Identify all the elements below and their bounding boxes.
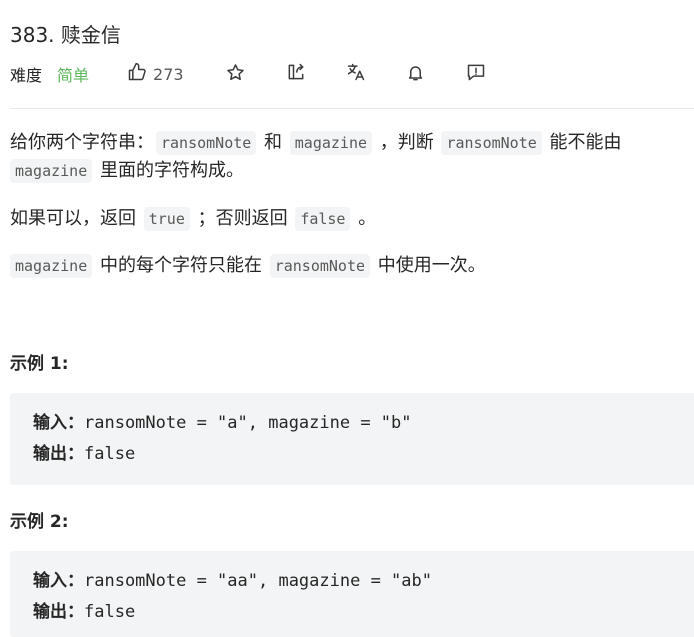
description-text: ；否则返回: [191, 208, 294, 229]
example-2-code-block: 输入：ransomNote = "aa", magazine = "ab" 输出…: [10, 551, 694, 637]
problem-title: 383. 赎金信: [10, 23, 121, 47]
output-label: 输出：: [33, 444, 84, 464]
like-count: 273: [153, 64, 184, 84]
description-text: 中的每个字符只能在: [94, 255, 268, 276]
inline-code: ransomNote: [269, 254, 371, 278]
description-paragraph-1: 给你两个字符串： ransomNote 和 magazine ，判断 ransom…: [10, 129, 694, 185]
output-value: false: [84, 444, 136, 464]
like-button[interactable]: 273: [127, 61, 184, 87]
difficulty-badge: 简单: [57, 66, 90, 85]
example-1-output-line: 输出：false: [33, 439, 694, 470]
description-text: ，判断: [374, 132, 440, 153]
thumbs-up-icon: [127, 62, 147, 86]
inline-code: ransomNote: [156, 131, 257, 155]
input-label: 输入：: [33, 413, 84, 433]
notification-button[interactable]: [404, 61, 428, 87]
description-paragraph-2: 如果可以，返回 true ；否则返回 false 。: [10, 205, 694, 233]
description-text: 如果可以，返回: [10, 208, 142, 229]
problem-meta-bar: 难度 简单 273: [10, 60, 488, 88]
inline-code: magazine: [289, 131, 373, 155]
example-2-input-line: 输入：ransomNote = "aa", magazine = "ab": [33, 566, 694, 597]
description-paragraph-3: magazine 中的每个字符只能在 ransomNote 中使用一次。: [10, 252, 694, 280]
description-text: 给你两个字符串：: [10, 132, 154, 153]
description-text: 中使用一次。: [372, 255, 486, 276]
favorite-button[interactable]: [224, 61, 248, 87]
header-divider: [10, 108, 694, 109]
star-icon: [226, 63, 245, 86]
input-label: 输入：: [33, 571, 84, 591]
input-value: ransomNote = "a", magazine = "b": [84, 413, 412, 433]
feedback-icon: [466, 62, 486, 86]
example-2-output-line: 输出：false: [33, 597, 694, 628]
bell-icon: [406, 63, 425, 86]
description-text: 里面的字符构成。: [94, 160, 244, 181]
input-value: ransomNote = "aa", magazine = "ab": [84, 571, 432, 591]
output-label: 输出：: [33, 602, 84, 622]
share-icon: [286, 62, 306, 86]
feedback-button[interactable]: [464, 61, 488, 87]
share-button[interactable]: [284, 61, 308, 87]
example-1-code-block: 输入：ransomNote = "a", magazine = "b" 输出：f…: [10, 393, 694, 485]
output-value: false: [84, 602, 136, 622]
example-2-title: 示例 2:: [10, 512, 69, 532]
description-text: 和: [258, 132, 288, 153]
inline-code: ransomNote: [441, 131, 542, 155]
translate-icon: [346, 62, 366, 86]
difficulty-label: 难度: [10, 66, 43, 85]
example-1-input-line: 输入：ransomNote = "a", magazine = "b": [33, 408, 694, 439]
inline-code: magazine: [10, 254, 93, 278]
translate-button[interactable]: [344, 61, 368, 87]
inline-code: true: [143, 207, 190, 231]
description-text: 。: [352, 208, 377, 229]
example-1-title: 示例 1:: [10, 354, 69, 374]
inline-code: false: [295, 207, 351, 231]
description-text: 能不能由: [543, 132, 622, 153]
inline-code: magazine: [10, 159, 93, 183]
